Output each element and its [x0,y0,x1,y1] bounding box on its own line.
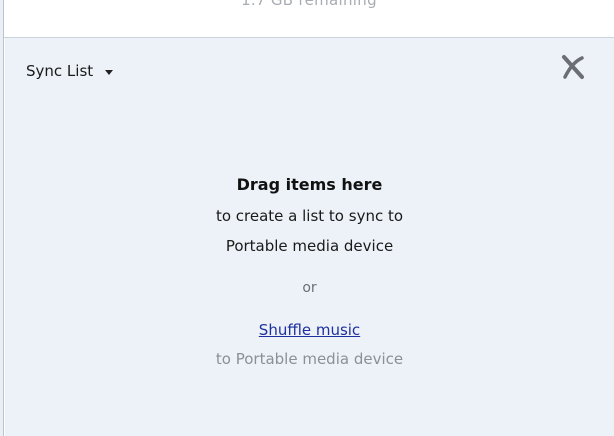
storage-status-bar: 1.7 GB remaining [4,0,614,38]
storage-remaining-text: 1.7 GB remaining [241,0,377,9]
drag-items-heading: Drag items here [236,175,383,194]
pane-splitter[interactable] [0,0,4,436]
chevron-down-icon [105,69,114,75]
sync-list-panel[interactable]: Sync List Drag items here to create a li… [5,38,614,436]
sync-list-title: Sync List [26,62,94,80]
clear-list-icon[interactable] [559,53,587,81]
shuffle-link-row: Shuffle music [5,320,614,339]
sync-list-header: Sync List [5,38,614,100]
sync-pane: 1.7 GB remaining Sync List Drag items he… [0,0,614,436]
target-device-name: Portable media device [225,237,394,255]
sync-list-dropdown[interactable]: Sync List [26,62,114,80]
shuffle-target-device: to Portable media device [215,350,404,368]
drag-items-description: to create a list to sync to [215,207,404,225]
shuffle-music-link[interactable]: Shuffle music [259,321,360,339]
or-separator: or [302,280,317,296]
